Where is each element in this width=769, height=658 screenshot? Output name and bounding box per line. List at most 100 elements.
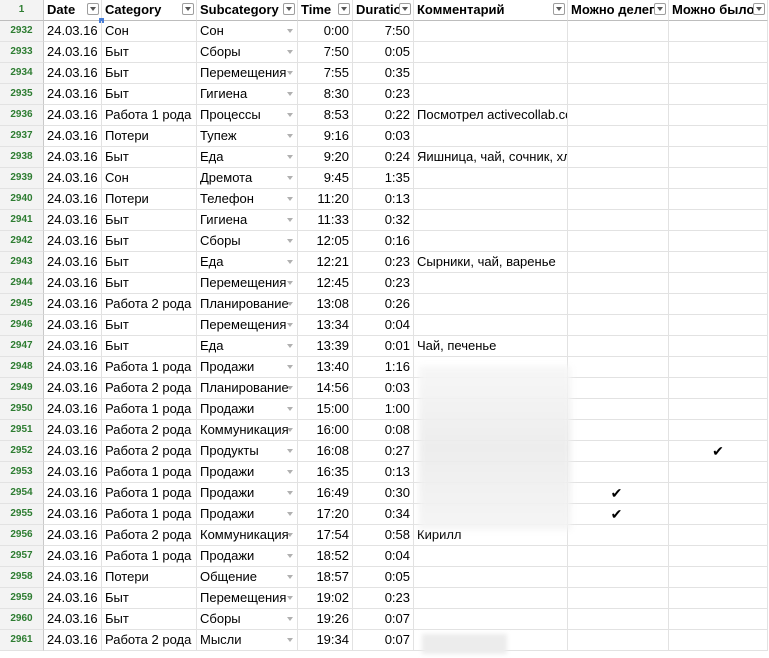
could-skip-cell[interactable] xyxy=(669,609,768,630)
dropdown-arrow-icon[interactable] xyxy=(287,71,293,75)
delegate-cell[interactable] xyxy=(568,336,669,357)
category-cell[interactable]: Работа 1 рода xyxy=(102,357,197,378)
date-cell[interactable]: 24.03.16 xyxy=(44,189,102,210)
date-cell[interactable]: 24.03.16 xyxy=(44,378,102,399)
row-number[interactable]: 2959 xyxy=(0,588,44,609)
time-cell[interactable]: 11:33 xyxy=(298,210,353,231)
time-cell[interactable]: 16:35 xyxy=(298,462,353,483)
dropdown-arrow-icon[interactable] xyxy=(287,575,293,579)
time-cell[interactable]: 13:34 xyxy=(298,315,353,336)
time-cell[interactable]: 18:57 xyxy=(298,567,353,588)
time-cell[interactable]: 7:50 xyxy=(298,42,353,63)
date-cell[interactable]: 24.03.16 xyxy=(44,546,102,567)
category-cell[interactable]: Быт xyxy=(102,210,197,231)
dropdown-arrow-icon[interactable] xyxy=(287,176,293,180)
could-skip-cell[interactable] xyxy=(669,252,768,273)
column-header-subcategory[interactable]: Subcategory xyxy=(197,0,298,21)
could-skip-cell[interactable] xyxy=(669,357,768,378)
duration-cell[interactable]: 0:23 xyxy=(353,273,414,294)
comment-cell[interactable] xyxy=(414,567,568,588)
duration-cell[interactable]: 0:07 xyxy=(353,609,414,630)
row-number[interactable]: 2946 xyxy=(0,315,44,336)
dropdown-arrow-icon[interactable] xyxy=(287,449,293,453)
category-cell[interactable]: Работа 2 рода xyxy=(102,630,197,651)
subcategory-cell[interactable]: Продажи xyxy=(197,357,298,378)
date-cell[interactable]: 24.03.16 xyxy=(44,42,102,63)
date-cell[interactable]: 24.03.16 xyxy=(44,210,102,231)
delegate-cell[interactable] xyxy=(568,252,669,273)
date-cell[interactable]: 24.03.16 xyxy=(44,147,102,168)
comment-cell[interactable] xyxy=(414,609,568,630)
date-cell[interactable]: 24.03.16 xyxy=(44,126,102,147)
date-cell[interactable]: 24.03.16 xyxy=(44,504,102,525)
date-cell[interactable]: 24.03.16 xyxy=(44,462,102,483)
date-cell[interactable]: 24.03.16 xyxy=(44,357,102,378)
date-cell[interactable]: 24.03.16 xyxy=(44,63,102,84)
could-skip-cell[interactable] xyxy=(669,567,768,588)
subcategory-cell[interactable]: Сборы xyxy=(197,42,298,63)
could-skip-cell[interactable] xyxy=(669,630,768,651)
row-number[interactable]: 2937 xyxy=(0,126,44,147)
subcategory-cell[interactable]: Сборы xyxy=(197,231,298,252)
time-cell[interactable]: 13:08 xyxy=(298,294,353,315)
date-cell[interactable]: 24.03.16 xyxy=(44,525,102,546)
subcategory-cell[interactable]: Продажи xyxy=(197,462,298,483)
row-number[interactable]: 2939 xyxy=(0,168,44,189)
could-skip-cell[interactable] xyxy=(669,336,768,357)
date-cell[interactable]: 24.03.16 xyxy=(44,273,102,294)
column-header-date[interactable]: Date xyxy=(44,0,102,21)
time-cell[interactable]: 17:20 xyxy=(298,504,353,525)
time-cell[interactable]: 12:45 xyxy=(298,273,353,294)
dropdown-arrow-icon[interactable] xyxy=(287,470,293,474)
dropdown-arrow-icon[interactable] xyxy=(287,617,293,621)
delegate-cell[interactable] xyxy=(568,609,669,630)
column-header-time[interactable]: Time xyxy=(298,0,353,21)
time-cell[interactable]: 8:53 xyxy=(298,105,353,126)
filter-icon[interactable] xyxy=(338,3,350,15)
comment-cell[interactable] xyxy=(414,315,568,336)
duration-cell[interactable]: 1:16 xyxy=(353,357,414,378)
category-cell[interactable]: Быт xyxy=(102,252,197,273)
duration-cell[interactable]: 0:27 xyxy=(353,441,414,462)
subcategory-cell[interactable]: Планирование xyxy=(197,294,298,315)
dropdown-arrow-icon[interactable] xyxy=(287,596,293,600)
category-cell[interactable]: Быт xyxy=(102,336,197,357)
category-cell[interactable]: Быт xyxy=(102,588,197,609)
subcategory-cell[interactable]: Продажи xyxy=(197,483,298,504)
category-cell[interactable]: Быт xyxy=(102,315,197,336)
comment-cell[interactable] xyxy=(414,210,568,231)
time-cell[interactable]: 9:20 xyxy=(298,147,353,168)
delegate-cell[interactable] xyxy=(568,588,669,609)
dropdown-arrow-icon[interactable] xyxy=(287,407,293,411)
category-cell[interactable]: Быт xyxy=(102,609,197,630)
time-cell[interactable]: 12:05 xyxy=(298,231,353,252)
category-cell[interactable]: Работа 1 рода xyxy=(102,462,197,483)
category-cell[interactable]: Быт xyxy=(102,84,197,105)
date-cell[interactable]: 24.03.16 xyxy=(44,336,102,357)
category-cell[interactable]: Быт xyxy=(102,42,197,63)
dropdown-arrow-icon[interactable] xyxy=(287,260,293,264)
select-all-corner[interactable]: 1 xyxy=(0,0,44,21)
comment-cell[interactable] xyxy=(414,63,568,84)
dropdown-arrow-icon[interactable] xyxy=(287,134,293,138)
delegate-cell[interactable] xyxy=(568,546,669,567)
comment-cell[interactable]: Сырники, чай, варенье xyxy=(414,252,568,273)
could-skip-cell[interactable] xyxy=(669,105,768,126)
comment-cell[interactable]: Яишница, чай, сочник, хлеб xyxy=(414,147,568,168)
dropdown-arrow-icon[interactable] xyxy=(287,386,293,390)
comment-cell[interactable] xyxy=(414,84,568,105)
column-header-category[interactable]: Category xyxy=(102,0,197,21)
dropdown-arrow-icon[interactable] xyxy=(287,638,293,642)
time-cell[interactable]: 17:54 xyxy=(298,525,353,546)
duration-cell[interactable]: 0:04 xyxy=(353,546,414,567)
row-number[interactable]: 2954 xyxy=(0,483,44,504)
time-cell[interactable]: 16:49 xyxy=(298,483,353,504)
dropdown-arrow-icon[interactable] xyxy=(287,281,293,285)
category-cell[interactable]: Потери xyxy=(102,567,197,588)
date-cell[interactable]: 24.03.16 xyxy=(44,21,102,42)
category-cell[interactable]: Сон xyxy=(102,21,197,42)
time-cell[interactable]: 19:02 xyxy=(298,588,353,609)
date-cell[interactable]: 24.03.16 xyxy=(44,630,102,651)
row-number[interactable]: 2951 xyxy=(0,420,44,441)
could-skip-cell[interactable] xyxy=(669,483,768,504)
